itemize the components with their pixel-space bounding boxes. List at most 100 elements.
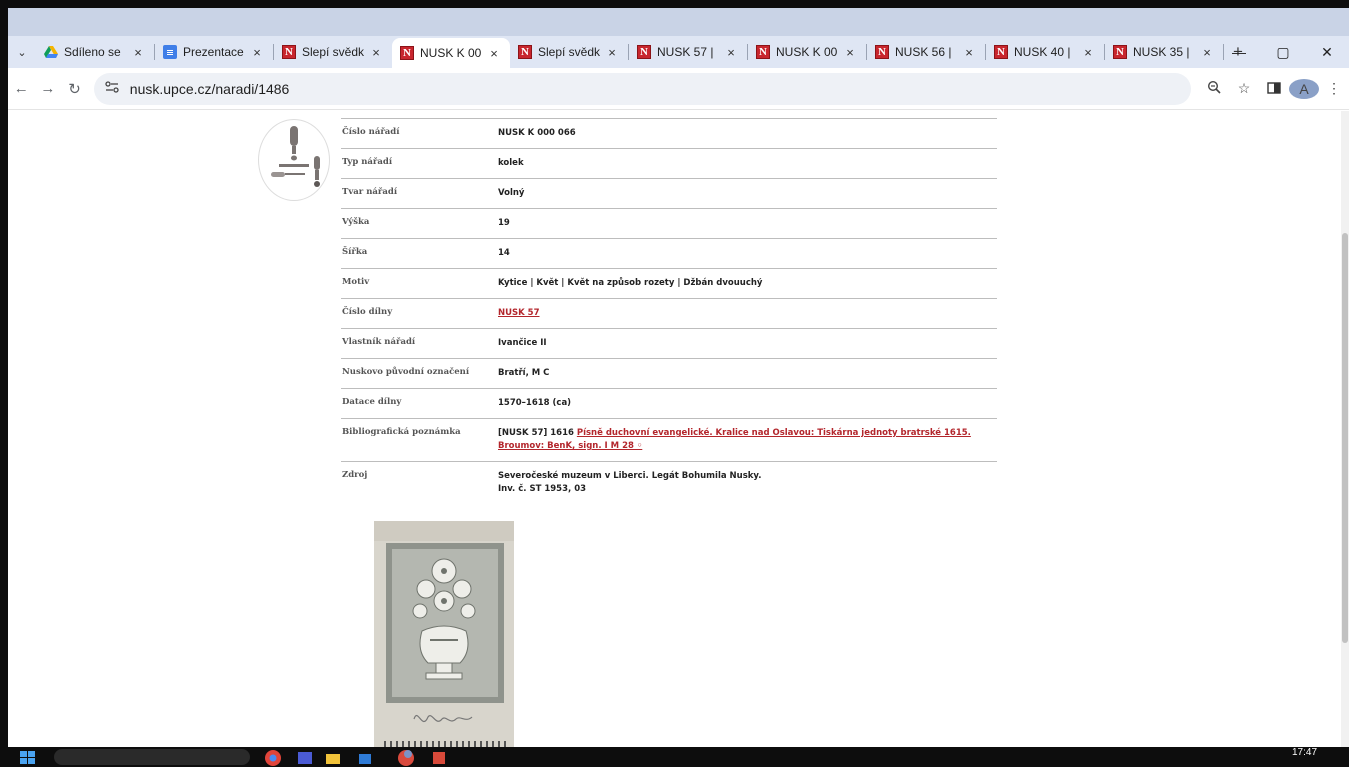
teams-taskbar-icon[interactable] [296, 749, 314, 767]
row-label: Zdroj [342, 470, 368, 480]
stamp-scan-image[interactable] [374, 521, 514, 747]
nusk-favicon: N [400, 46, 414, 60]
minimize-button[interactable]: — [1217, 44, 1261, 60]
url-input[interactable]: nusk.upce.cz/naradi/1486 [93, 72, 1192, 105]
row-label: Tvar nářadí [342, 187, 398, 197]
site-info-icon[interactable] [104, 81, 122, 96]
row-value: 1570–1618 (ca) [498, 398, 572, 408]
tab-item[interactable]: N NUSK 40 | × [986, 38, 1104, 66]
row-value: kolek [498, 158, 524, 168]
tab-label: NUSK K 00 [420, 46, 482, 60]
page-content: Číslo nářadí NUSK K 000 066 Typ nářadí k… [8, 111, 1341, 747]
row-value: NUSK K 000 066 [498, 128, 576, 138]
table-row: Motiv Kytice | Květ | Květ na způsob roz… [341, 268, 997, 298]
zoom-icon[interactable] [1199, 80, 1229, 97]
table-row: Tvar nářadí Volný [341, 178, 997, 208]
row-value: [NUSK 57] 1616 Písně duchovní evangelick… [498, 427, 997, 453]
table-row: Šířka 14 [341, 238, 997, 268]
tab-label: NUSK 35 | [1133, 45, 1190, 59]
tab-label: NUSK 40 | [1014, 45, 1071, 59]
chrome-profile-taskbar-icon[interactable] [396, 749, 416, 767]
row-value: Volný [498, 188, 525, 198]
file-explorer-icon[interactable] [324, 749, 342, 767]
tab-close-icon[interactable]: × [130, 45, 146, 60]
taskbar-search-box[interactable] [54, 749, 250, 765]
tab-close-icon[interactable]: × [604, 45, 620, 60]
close-window-button[interactable]: ✕ [1305, 44, 1349, 61]
tab-label: Prezentace [183, 45, 244, 59]
tab-item[interactable]: N NUSK 35 | × [1105, 38, 1223, 66]
table-row: Datace dílny 1570–1618 (ca) [341, 388, 997, 418]
table-row: Číslo nářadí NUSK K 000 066 [341, 118, 997, 148]
row-label: Číslo nářadí [342, 127, 400, 137]
tab-close-icon[interactable]: × [1199, 45, 1215, 60]
tab-close-icon[interactable]: × [486, 46, 502, 61]
bibliography-prefix: [NUSK 57] 1616 [498, 428, 577, 438]
office-taskbar-icon[interactable] [430, 749, 448, 767]
tab-item[interactable]: N Slepí svědk × [510, 38, 628, 66]
row-label: Typ nářadí [342, 157, 393, 167]
inventory-line: Inv. č. ST 1953, 03 [498, 484, 587, 494]
back-arrow-icon[interactable]: ← [8, 80, 35, 97]
tool-detail-table: Číslo nářadí NUSK K 000 066 Typ nářadí k… [341, 118, 997, 504]
row-label: Číslo dílny [342, 307, 393, 317]
tab-label: NUSK 56 | [895, 45, 952, 59]
row-value: 14 [498, 248, 510, 258]
scrollbar-thumb[interactable] [1342, 233, 1348, 643]
tab-item[interactable]: N NUSK K 00 × [748, 38, 866, 66]
tab-item[interactable]: Prezentace × [155, 38, 273, 66]
row-label: Datace dílny [342, 397, 402, 407]
nusk-favicon: N [756, 45, 770, 59]
source-line: Severočeské muzeum v Liberci. Legát Bohu… [498, 471, 762, 481]
row-label: Šířka [342, 247, 368, 257]
nusk-favicon: N [875, 45, 889, 59]
address-bar: ← → ↻ nusk.upce.cz/naradi/1486 ☆ A ⋮ [8, 68, 1349, 110]
tab-item-active[interactable]: N NUSK K 00 × [392, 38, 510, 68]
url-text: nusk.upce.cz/naradi/1486 [129, 80, 290, 97]
table-row: Vlastník nářadí Ivančice II [341, 328, 997, 358]
restore-button[interactable]: ▢ [1261, 44, 1305, 61]
row-value: Ivančice II [498, 338, 547, 348]
profile-avatar[interactable]: A [1289, 78, 1320, 99]
tab-strip: ⌄ Sdíleno se × Prezentace × N Slepí svěd… [8, 36, 1349, 68]
table-row: Typ nářadí kolek [341, 148, 997, 178]
reload-icon[interactable]: ↻ [61, 80, 88, 98]
store-taskbar-icon[interactable] [356, 749, 374, 767]
tab-close-icon[interactable]: × [249, 45, 265, 60]
row-label: Výška [342, 217, 370, 227]
tab-label: NUSK K 00 [776, 45, 838, 59]
tab-item[interactable]: Sdíleno se × [36, 38, 154, 66]
workshop-link[interactable]: NUSK 57 [498, 308, 540, 318]
nusk-favicon: N [518, 45, 532, 59]
nusk-favicon: N [637, 45, 651, 59]
tab-search-chevron-icon[interactable]: ⌄ [8, 38, 36, 66]
nusk-favicon: N [282, 45, 296, 59]
table-row: Nuskovo původní označení Bratří, M C [341, 358, 997, 388]
clock-time[interactable]: 17:47 [1292, 747, 1317, 758]
more-menu-icon[interactable]: ⋮ [1319, 80, 1349, 97]
chrome-taskbar-icon[interactable] [264, 749, 282, 767]
tab-label: Slepí svědk [538, 45, 601, 59]
tab-item[interactable]: N NUSK 56 | × [867, 38, 985, 66]
window-controls: — ▢ ✕ [1217, 36, 1349, 68]
tab-label: Slepí svědk [302, 45, 365, 59]
tool-category-icon [258, 119, 330, 201]
windows-start-icon[interactable] [18, 749, 38, 765]
bookmark-star-icon[interactable]: ☆ [1229, 80, 1259, 97]
row-label: Bibliografická poznámka [342, 427, 461, 437]
page-scrollbar[interactable] [1341, 111, 1349, 747]
tab-close-icon[interactable]: × [368, 45, 384, 60]
tab-close-icon[interactable]: × [723, 45, 739, 60]
table-row: Zdroj Severočeské muzeum v Liberci. Legá… [341, 461, 997, 504]
side-panel-icon[interactable] [1259, 81, 1289, 97]
tab-item[interactable]: N NUSK 57 | × [629, 38, 747, 66]
tab-close-icon[interactable]: × [961, 45, 977, 60]
tab-close-icon[interactable]: × [1080, 45, 1096, 60]
tab-label: Sdíleno se [64, 45, 121, 59]
forward-arrow-icon[interactable]: → [35, 80, 62, 97]
row-value: Bratří, M C [498, 368, 550, 378]
row-value: Severočeské muzeum v Liberci. Legát Bohu… [498, 470, 997, 496]
browser-window: ⌄ Sdíleno se × Prezentace × N Slepí svěd… [8, 8, 1349, 767]
tab-close-icon[interactable]: × [842, 45, 858, 60]
tab-item[interactable]: N Slepí svědk × [274, 38, 392, 66]
